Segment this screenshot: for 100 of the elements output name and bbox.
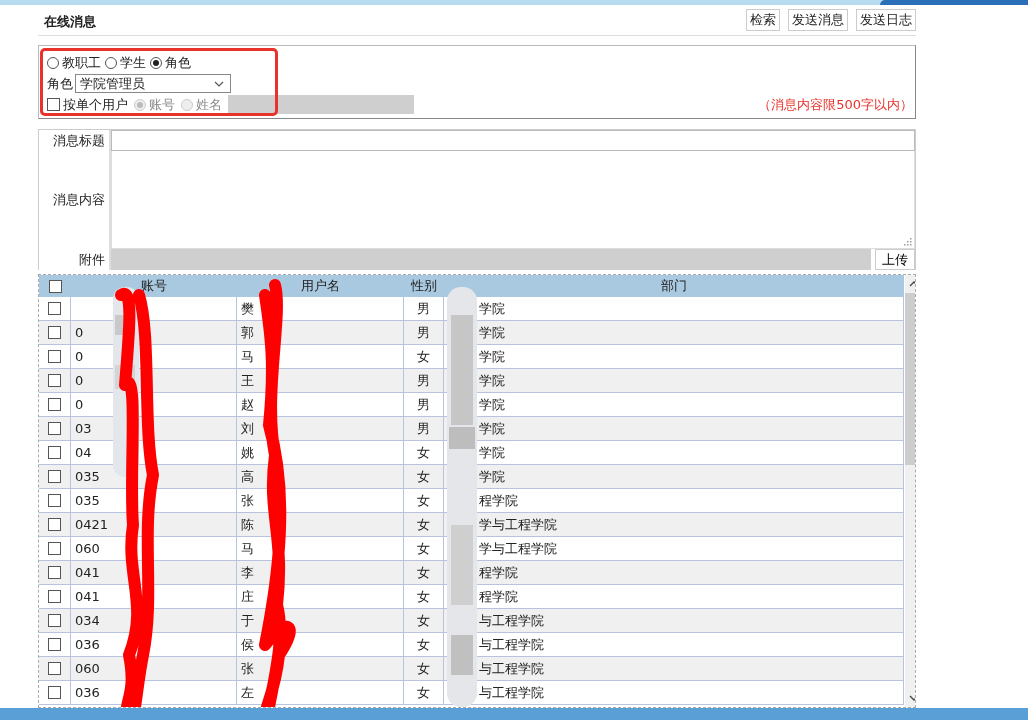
toolbar-button[interactable]: 发送消息 bbox=[788, 9, 848, 31]
table-cell: 刘 bbox=[241, 419, 254, 438]
role-label: 角色 bbox=[47, 74, 73, 93]
column-header[interactable]: 部门 bbox=[661, 277, 687, 295]
table-cell: 学院 bbox=[479, 467, 505, 486]
table-cell: 于 bbox=[241, 611, 254, 630]
table-cell: 程学院 bbox=[479, 587, 518, 606]
row-checkbox[interactable] bbox=[48, 590, 61, 603]
table-cell: 036 bbox=[75, 637, 100, 652]
row-checkbox[interactable] bbox=[48, 542, 61, 555]
table-cell: 张 bbox=[241, 491, 254, 510]
row-checkbox[interactable] bbox=[48, 662, 61, 675]
table-cell: 03 bbox=[75, 421, 92, 436]
table-cell: 马 bbox=[241, 347, 254, 366]
table-cell: 041 bbox=[75, 589, 100, 604]
table-cell: 04 bbox=[75, 445, 92, 460]
table-cell: 陈 bbox=[241, 515, 254, 534]
table-cell: 学院 bbox=[479, 299, 505, 318]
radio-button[interactable] bbox=[150, 56, 162, 69]
checkbox[interactable] bbox=[47, 98, 60, 111]
table-cell: 0 bbox=[75, 373, 84, 388]
row-checkbox[interactable] bbox=[48, 686, 61, 699]
radio-label: 账号 bbox=[149, 95, 175, 114]
attachment-field[interactable] bbox=[111, 249, 871, 270]
table-cell: 女 bbox=[417, 515, 430, 534]
table-cell: 高 bbox=[241, 467, 254, 486]
table-cell: 女 bbox=[417, 635, 430, 654]
table-cell: 041 bbox=[75, 565, 100, 580]
table-cell: 樊 bbox=[241, 299, 254, 318]
table-cell: 035 bbox=[75, 493, 100, 508]
column-header[interactable]: 账号 bbox=[141, 277, 167, 295]
table-cell: 034 bbox=[75, 613, 100, 628]
radio-button[interactable] bbox=[47, 56, 59, 69]
row-checkbox[interactable] bbox=[48, 638, 61, 651]
radio-label: 角色 bbox=[165, 53, 191, 72]
row-checkbox[interactable] bbox=[48, 350, 61, 363]
table-cell: 女 bbox=[417, 683, 430, 702]
table-cell: 女 bbox=[417, 563, 430, 582]
radio-button[interactable] bbox=[105, 56, 117, 69]
column-header[interactable]: 性别 bbox=[411, 277, 437, 295]
table-cell: 0 bbox=[75, 325, 84, 340]
table-cell: 学院 bbox=[479, 371, 505, 390]
table-cell: 庄 bbox=[241, 587, 254, 606]
table-cell: 与工程学院 bbox=[479, 683, 544, 702]
column-header[interactable]: 用户名 bbox=[301, 277, 340, 295]
table-cell: 女 bbox=[417, 539, 430, 558]
table-cell: 男 bbox=[417, 395, 430, 414]
title-field[interactable] bbox=[111, 130, 915, 151]
table-cell: 左 bbox=[241, 683, 254, 702]
table-cell: 0421 bbox=[75, 517, 109, 532]
row-checkbox[interactable] bbox=[48, 566, 61, 579]
toolbar-button[interactable]: 检索 bbox=[746, 9, 780, 31]
role-dropdown[interactable]: 学院管理员 bbox=[75, 74, 231, 93]
row-checkbox[interactable] bbox=[48, 398, 61, 411]
table-cell: 郭 bbox=[241, 323, 254, 342]
row-checkbox[interactable] bbox=[48, 446, 61, 459]
content-field[interactable] bbox=[111, 151, 915, 249]
select-all-checkbox[interactable] bbox=[48, 279, 62, 293]
table-cell: 学院 bbox=[479, 395, 505, 414]
table-cell: 女 bbox=[417, 659, 430, 678]
row-checkbox[interactable] bbox=[48, 518, 61, 531]
table-cell: 马 bbox=[241, 539, 254, 558]
upload-button[interactable]: 上传 bbox=[875, 249, 915, 270]
caret-icon bbox=[214, 80, 224, 87]
toolbar-button[interactable]: 发送日志 bbox=[856, 9, 916, 31]
table-cell: 学院 bbox=[479, 419, 505, 438]
table-cell: 学院 bbox=[479, 347, 505, 366]
row-checkbox[interactable] bbox=[48, 614, 61, 627]
table-cell: 李 bbox=[241, 563, 254, 582]
table-cell: 035 bbox=[75, 469, 100, 484]
page-title: 在线消息 bbox=[43, 13, 96, 31]
radio-label: 姓名 bbox=[196, 95, 222, 114]
table-cell: 0 bbox=[75, 397, 84, 412]
row-checkbox[interactable] bbox=[48, 422, 61, 435]
table-cell: 女 bbox=[417, 443, 430, 462]
table-cell: 男 bbox=[417, 299, 430, 318]
checkbox-label: 按单个用户 bbox=[63, 95, 128, 114]
row-checkbox[interactable] bbox=[48, 470, 61, 483]
table-cell: 赵 bbox=[241, 395, 254, 414]
table-cell: 侯 bbox=[241, 635, 254, 654]
table-cell: 学院 bbox=[479, 323, 505, 342]
search-field[interactable] bbox=[228, 95, 414, 114]
table-cell: 学与工程学院 bbox=[479, 515, 557, 534]
table-cell: 男 bbox=[417, 371, 430, 390]
table-cell: 学院 bbox=[479, 443, 505, 462]
resize-grip-icon bbox=[904, 238, 912, 246]
row-checkbox[interactable] bbox=[48, 326, 61, 339]
table-cell: 张 bbox=[241, 659, 254, 678]
table-cell: 060 bbox=[75, 661, 100, 676]
table-cell: 姚 bbox=[241, 443, 254, 462]
table-cell: 0 bbox=[75, 349, 84, 364]
table-cell: 王 bbox=[241, 371, 254, 390]
table-cell: 学与工程学院 bbox=[479, 539, 557, 558]
table-cell: 男 bbox=[417, 419, 430, 438]
row-checkbox[interactable] bbox=[48, 374, 61, 387]
row-checkbox[interactable] bbox=[48, 302, 61, 315]
table-cell: 与工程学院 bbox=[479, 659, 544, 678]
length-note: （消息内容限500字以内） bbox=[758, 95, 913, 114]
table-cell: 女 bbox=[417, 467, 430, 486]
row-checkbox[interactable] bbox=[48, 494, 61, 507]
